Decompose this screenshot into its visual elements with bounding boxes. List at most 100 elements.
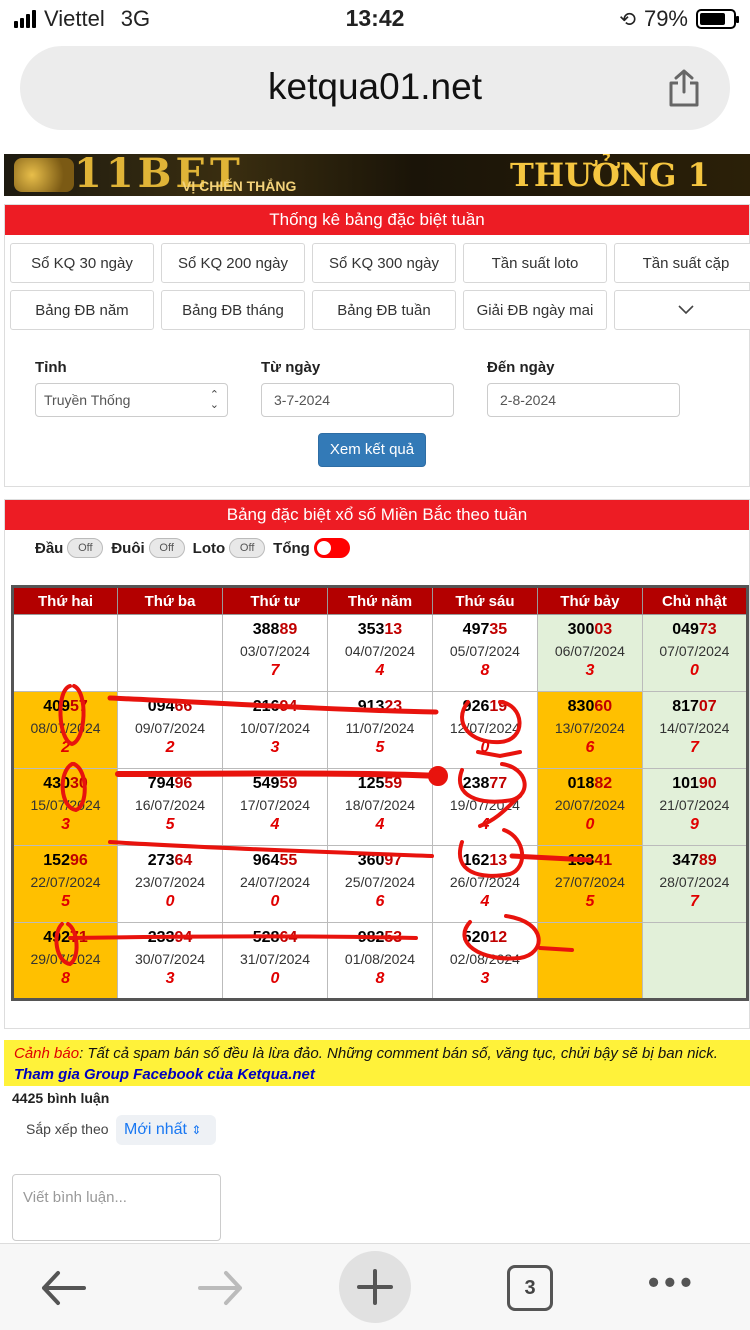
toggle-tong[interactable] <box>313 538 350 558</box>
special-prize-number: 21694 <box>223 698 327 716</box>
btn-tan-suat-loto[interactable]: Tần suất loto <box>463 243 607 283</box>
facebook-group-link[interactable]: Tham gia Group Facebook của Ketqua.net <box>14 1064 740 1085</box>
result-cell: 09466 09/07/2024 2 <box>117 691 223 769</box>
warning-prefix: Cảnh báo <box>14 1045 80 1062</box>
draw-date: 22/07/2024 <box>30 874 101 890</box>
result-cell <box>11 614 119 692</box>
url-text[interactable]: ketqua01.net <box>20 66 730 108</box>
tab-switcher-button[interactable]: 3 <box>507 1265 553 1311</box>
sort-select[interactable]: Mới nhất ⇕ <box>116 1115 216 1145</box>
toggle-label-tong: Tổng <box>273 539 310 557</box>
share-icon[interactable] <box>666 68 702 108</box>
from-date-input[interactable]: 3-7-2024 <box>261 383 454 417</box>
special-prize-number: 98253 <box>328 929 432 947</box>
tail-sum: 0 <box>689 662 699 679</box>
banner-promo: THƯỞNG 1 <box>510 156 710 194</box>
plus-icon <box>357 1269 393 1305</box>
draw-date: 18/07/2024 <box>344 797 415 813</box>
number-tail: 12 <box>489 929 508 946</box>
new-tab-button[interactable] <box>339 1251 411 1323</box>
result-cell: 91323 11/07/2024 5 <box>326 691 433 769</box>
col-header: Thứ bảy <box>536 586 643 615</box>
table-row: 15296 22/07/2024 5 27364 23/07/2024 0 96455 24/… <box>11 845 749 923</box>
draw-date: 08/07/2024 <box>30 720 101 736</box>
weekly-table-title: Bảng đặc biệt xổ số Miền Bắc theo tuần <box>5 500 749 530</box>
btn-bang-db-thang[interactable]: Bảng ĐB tháng <box>161 290 305 330</box>
special-prize-number: 79496 <box>118 775 222 793</box>
col-header: Thứ năm <box>326 586 433 615</box>
tail-sum: 2 <box>61 739 70 756</box>
btn-tan-suat-cap[interactable]: Tần suất cặp <box>614 243 750 283</box>
province-select[interactable]: Truyền Thống ⌃ ⌄ <box>35 383 228 417</box>
nav-buttons-row-1: Sổ KQ 30 ngày Sổ KQ 200 ngày Sổ KQ 300 n… <box>10 243 750 283</box>
btn-bang-db-nam[interactable]: Bảng ĐB năm <box>10 290 154 330</box>
toggle-loto[interactable]: Off <box>229 538 266 558</box>
number-tail: 19 <box>489 698 508 715</box>
result-cell: 16213 26/07/2024 4 <box>431 845 538 923</box>
sort-label: Sắp xếp theo <box>26 1121 109 1137</box>
to-date-input[interactable]: 2-8-2024 <box>487 383 680 417</box>
comment-input[interactable]: Viết bình luận... <box>12 1174 221 1241</box>
number-tail: 77 <box>489 775 508 792</box>
more-options-icon[interactable]: ••• <box>648 1264 697 1301</box>
number-head: 388 <box>252 621 280 638</box>
result-cell: 52012 02/08/2024 3 <box>431 922 538 1000</box>
btn-so-kq-200[interactable]: Sổ KQ 200 ngày <box>161 243 305 283</box>
btn-so-kq-300[interactable]: Sổ KQ 300 ngày <box>312 243 456 283</box>
select-updown-icon: ⌃ ⌄ <box>209 389 219 411</box>
number-head: 830 <box>567 698 595 715</box>
toggle-duoi[interactable]: Off <box>148 538 185 558</box>
table-row: 38889 03/07/2024 7 35313 04/07/2024 4 49735 05/… <box>11 614 749 692</box>
view-results-button[interactable]: Xem kết quả <box>318 433 426 467</box>
number-head: 094 <box>147 698 175 715</box>
toggle-dau[interactable]: Off <box>67 538 104 558</box>
special-prize-number: 10190 <box>643 775 746 793</box>
number-tail: 23 <box>384 698 403 715</box>
btn-giai-db-ngay-mai[interactable]: Giải ĐB ngày mai <box>463 290 607 330</box>
comment-count: 4425 bình luận <box>12 1090 110 1106</box>
special-prize-number: 13341 <box>538 852 642 870</box>
btn-so-kq-30[interactable]: Sổ KQ 30 ngày <box>10 243 154 283</box>
weekly-results-table: Thứ hai Thứ ba Thứ tư Thứ năm Thứ sáu Th… <box>11 585 749 1001</box>
special-prize-number: 81707 <box>643 698 746 716</box>
draw-date: 31/07/2024 <box>239 951 311 967</box>
tail-sum: 5 <box>165 816 175 833</box>
back-arrow-icon[interactable] <box>40 1270 88 1306</box>
number-head: 794 <box>147 775 175 792</box>
special-prize-number: 35313 <box>328 621 432 639</box>
result-cell: 81707 14/07/2024 7 <box>641 691 749 769</box>
battery-icon <box>696 9 739 29</box>
draw-date: 07/07/2024 <box>659 643 730 659</box>
tail-sum: 8 <box>375 970 385 987</box>
number-tail: 64 <box>174 852 193 869</box>
ad-banner[interactable]: 11BET VỊ CHIẾN THẮNG THƯỞNG 1 <box>4 154 750 196</box>
battery-info: ⟲ 79% <box>619 6 739 32</box>
special-prize-number: 04973 <box>643 621 746 639</box>
toggle-label-duoi: Đuôi <box>111 539 145 557</box>
draw-date: 01/08/2024 <box>344 951 415 967</box>
special-prize-number: 52012 <box>433 929 537 947</box>
number-tail: 89 <box>698 852 717 869</box>
number-tail: 59 <box>384 775 403 792</box>
number-tail: 55 <box>279 852 298 869</box>
draw-date: 12/07/2024 <box>449 720 520 736</box>
tail-sum: 3 <box>165 970 175 987</box>
special-prize-number: 43030 <box>14 775 117 793</box>
result-cell <box>117 614 223 692</box>
btn-bang-db-tuan[interactable]: Bảng ĐB tuần <box>312 290 456 330</box>
address-bar[interactable]: ketqua01.net <box>20 46 730 130</box>
number-head: 926 <box>462 698 490 715</box>
number-head: 520 <box>462 929 490 946</box>
number-tail: 13 <box>384 621 403 638</box>
nav-buttons-row-2: Bảng ĐB năm Bảng ĐB tháng Bảng ĐB tuần G… <box>10 290 750 330</box>
draw-date: 17/07/2024 <box>239 797 311 813</box>
forward-arrow-icon[interactable] <box>196 1270 244 1306</box>
draw-date: 27/07/2024 <box>554 874 625 890</box>
table-row: 43030 15/07/2024 3 79496 16/07/2024 5 54959 17/… <box>11 768 749 846</box>
draw-date: 28/07/2024 <box>659 874 730 890</box>
result-cell: 35313 04/07/2024 4 <box>326 614 433 692</box>
special-prize-number: 54959 <box>223 775 327 793</box>
expand-more-button[interactable] <box>614 290 750 330</box>
tail-sum: 4 <box>480 893 490 910</box>
tail-sum: 5 <box>61 893 70 910</box>
